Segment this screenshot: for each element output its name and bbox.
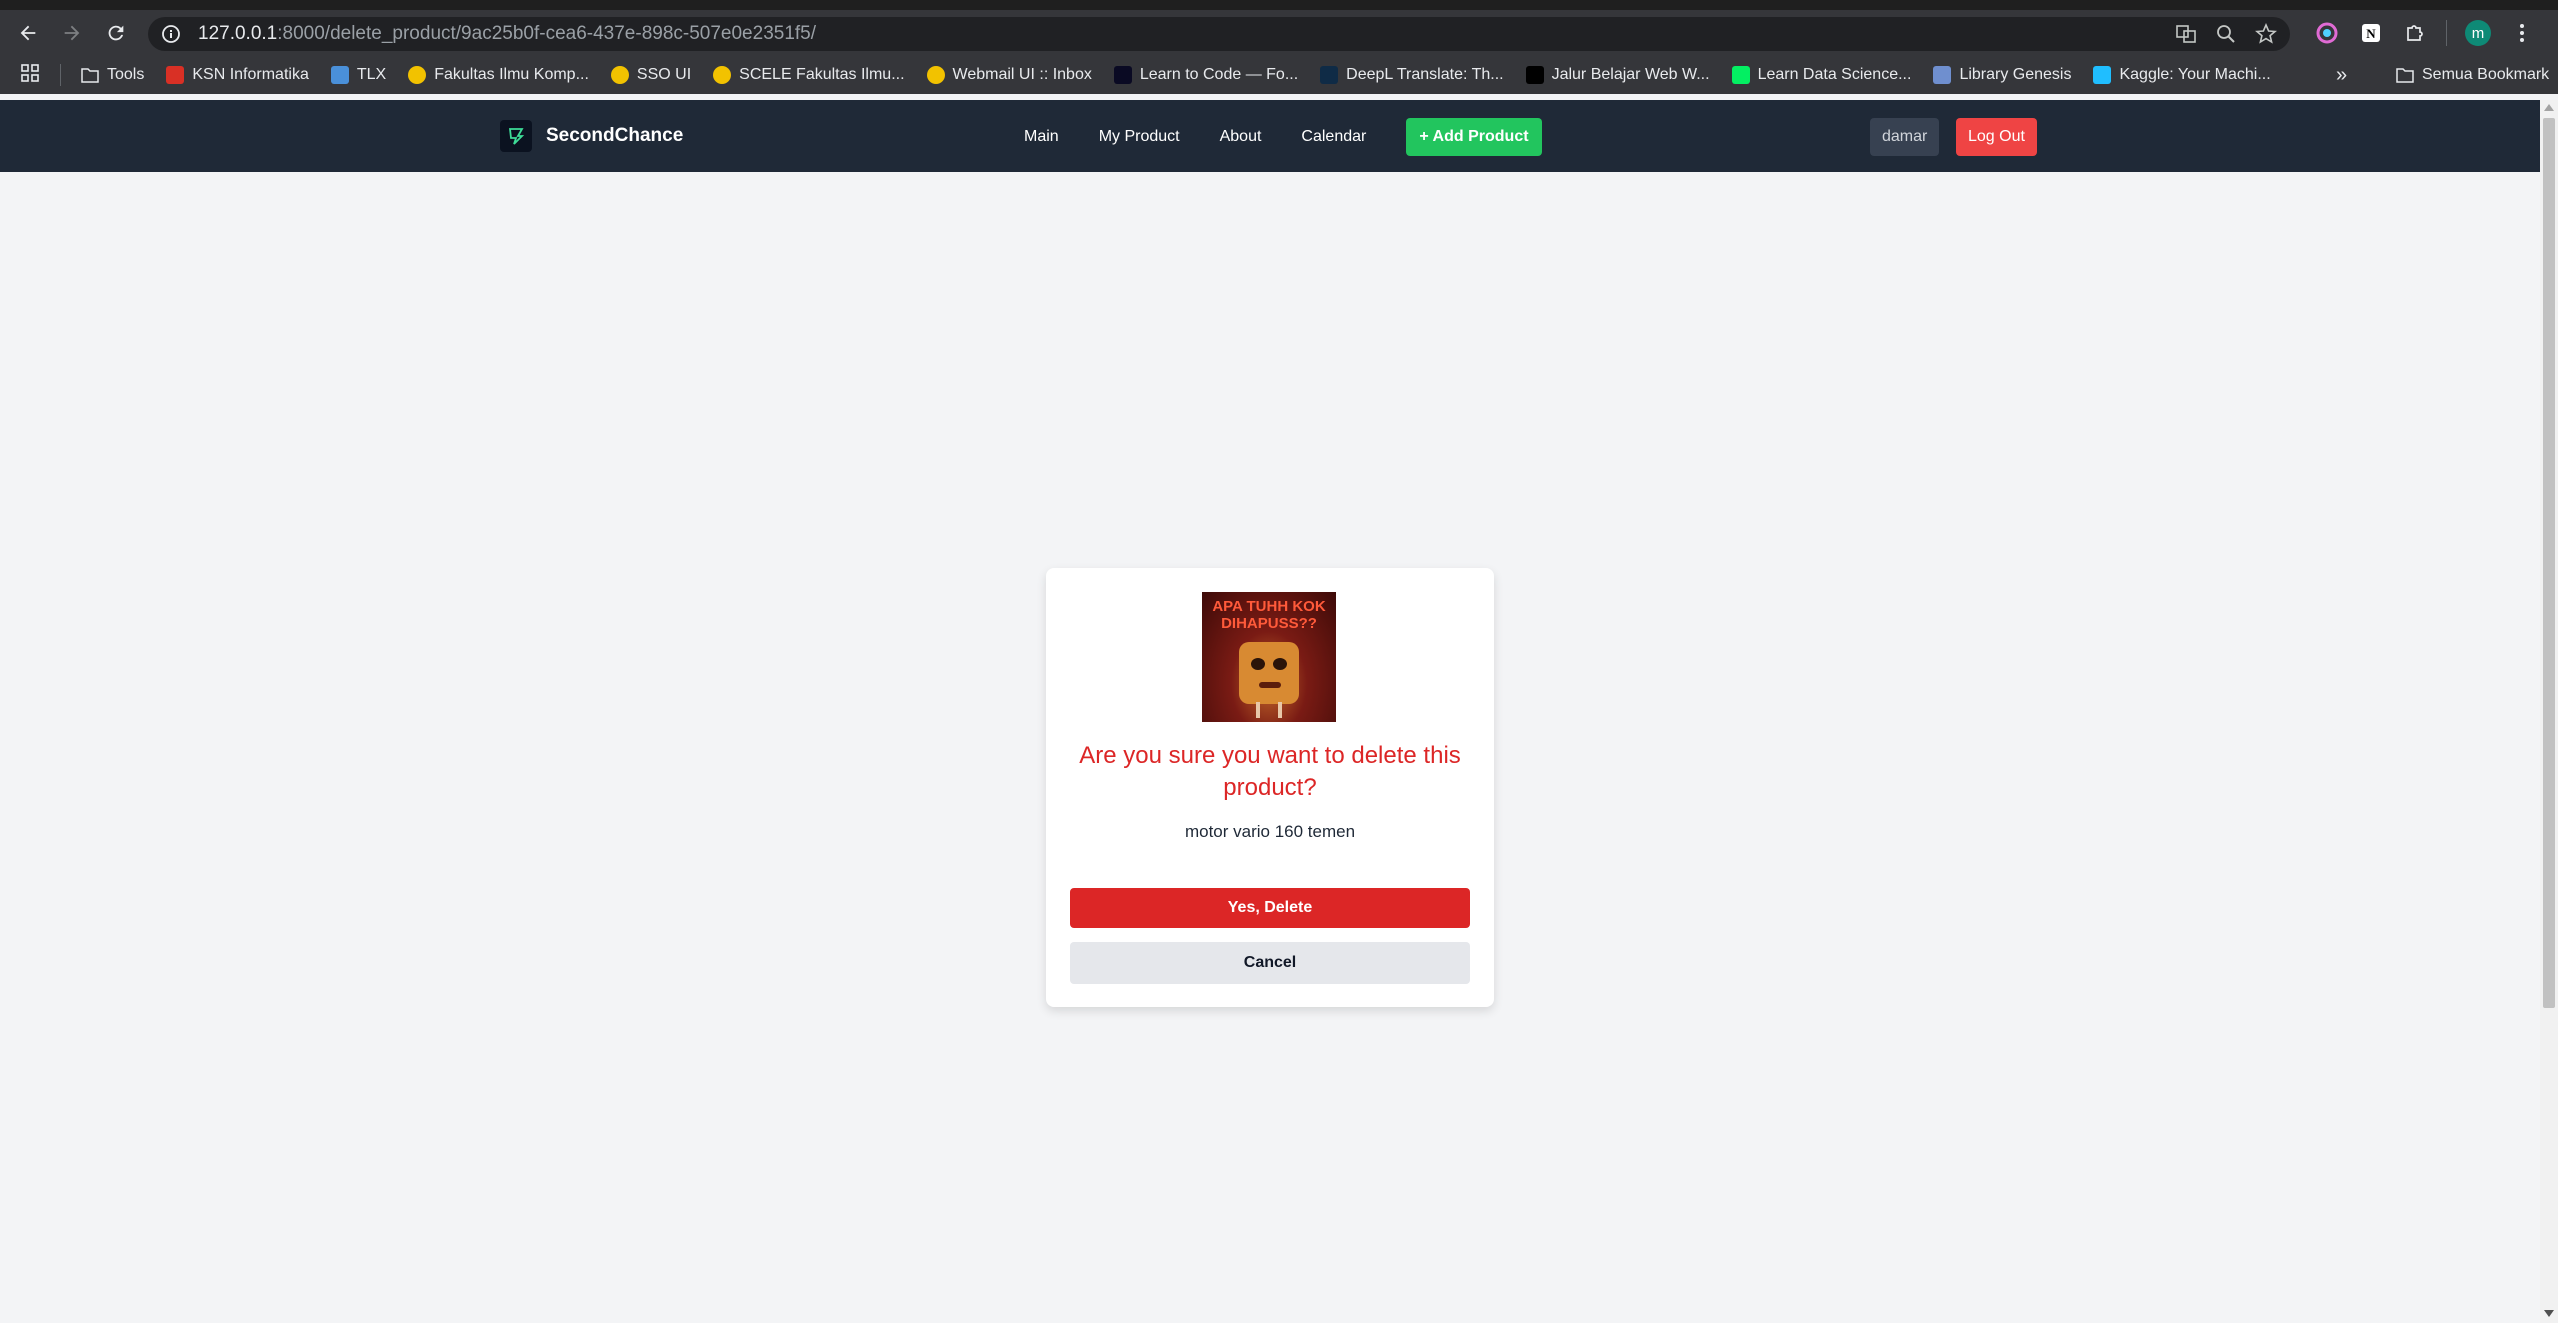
cancel-button[interactable]: Cancel xyxy=(1070,942,1470,984)
bookmark-item[interactable]: Library Genesis xyxy=(1933,66,2071,84)
bookmark-item[interactable]: Webmail UI :: Inbox xyxy=(926,66,1092,84)
forward-icon[interactable] xyxy=(50,11,94,55)
bookmarks-bar: Tools KSN Informatika TLX Fakultas Ilmu Kom… xyxy=(0,56,2558,94)
toolbar-divider xyxy=(2446,20,2447,46)
reload-icon[interactable] xyxy=(94,11,138,55)
back-icon[interactable] xyxy=(6,11,50,55)
bookmark-item[interactable]: Learn to Code — Fo... xyxy=(1113,66,1299,84)
freecodecamp-icon xyxy=(1113,66,1132,84)
bookmark-item[interactable]: SCELE Fakultas Ilmu... xyxy=(713,66,905,84)
main-menu: Main My Product About Calendar + Add Pro… xyxy=(1024,118,1542,156)
jalur-icon xyxy=(1525,66,1544,84)
app-navbar: SecondChance Main My Product About Calen… xyxy=(0,100,2540,172)
nav-calendar[interactable]: Calendar xyxy=(1301,128,1366,146)
ui-icon xyxy=(926,66,945,84)
libgen-icon xyxy=(1933,66,1952,84)
bookmark-item[interactable]: SSO UI xyxy=(610,66,692,84)
url-host: 127.0.0.1 xyxy=(198,23,278,44)
all-bookmarks-label: Semua Bookmark xyxy=(2422,66,2550,83)
bookmark-item[interactable]: Fakultas Ilmu Komp... xyxy=(408,66,589,84)
bookmarks-divider xyxy=(60,64,61,86)
notion-icon[interactable]: N xyxy=(2358,20,2384,46)
page-scrollbar[interactable] xyxy=(2540,100,2558,1323)
colorful-extension-icon[interactable] xyxy=(2314,20,2340,46)
confirm-title: Are you sure you want to delete this pro… xyxy=(1079,742,1461,801)
profile-avatar[interactable]: m xyxy=(2465,20,2491,46)
brand-name: SecondChance xyxy=(546,125,684,146)
add-product-button[interactable]: + Add Product xyxy=(1406,118,1542,156)
scroll-up-arrow-icon[interactable] xyxy=(2544,104,2554,111)
folder-icon xyxy=(2396,68,2414,83)
menu-kebab-icon[interactable] xyxy=(2509,20,2535,46)
brand-mark-icon xyxy=(500,120,532,152)
bookmark-item[interactable]: TLX xyxy=(330,66,387,84)
bookmark-item[interactable]: KSN Informatika xyxy=(166,66,309,84)
bookmark-item[interactable]: Learn Data Science... xyxy=(1731,66,1912,84)
bookmark-label: KSN Informatika xyxy=(192,66,309,83)
bookmark-label: Tools xyxy=(107,66,145,83)
extensions-puzzle-icon[interactable] xyxy=(2402,20,2428,46)
spongebob-figure xyxy=(1239,642,1299,704)
address-bar[interactable]: 127.0.0.1:8000/delete_product/9ac25b0f-c… xyxy=(148,17,2290,51)
zoom-icon[interactable] xyxy=(2214,22,2238,46)
username-badge: damar xyxy=(1870,118,1940,156)
brand-logo[interactable]: SecondChance xyxy=(500,120,683,152)
delete-confirm-card: APA TUHH KOK DIHAPUSS?? Are you sure you… xyxy=(1046,568,1494,1007)
meme-image: APA TUHH KOK DIHAPUSS?? xyxy=(1202,592,1336,722)
bookmark-label: Fakultas Ilmu Komp... xyxy=(434,66,589,83)
bookmark-label: DeepL Translate: Th... xyxy=(1346,66,1504,83)
bookmark-label: SSO UI xyxy=(636,66,692,83)
meme-caption: APA TUHH KOK DIHAPUSS?? xyxy=(1212,598,1326,632)
logout-button[interactable]: Log Out xyxy=(1956,118,2037,156)
url-path: :8000/delete_product/9ac25b0f-cea6-437e-… xyxy=(277,23,817,44)
bookmarks-overflow-icon[interactable]: » xyxy=(2336,64,2347,87)
all-bookmarks-folder[interactable]: Semua Bookmark xyxy=(2396,56,2549,94)
bookmark-label: TLX xyxy=(356,66,387,83)
bookmark-label: SCELE Fakultas Ilmu... xyxy=(739,66,905,83)
translate-icon[interactable] xyxy=(2174,22,2198,46)
svg-text:N: N xyxy=(2366,26,2376,41)
bookmark-label: Library Genesis xyxy=(1959,66,2072,83)
bookmark-item[interactable]: Tools xyxy=(81,66,144,84)
scroll-down-arrow-icon[interactable] xyxy=(2544,1310,2554,1317)
bookmark-item[interactable]: Jalur Belajar Web W... xyxy=(1525,66,1710,84)
bookmark-item[interactable]: DeepL Translate: Th... xyxy=(1320,66,1504,84)
ksn-icon xyxy=(166,66,185,84)
bookmarks-list: Tools KSN Informatika TLX Fakultas Ilmu Kom… xyxy=(81,66,2293,84)
url-text: 127.0.0.1:8000/delete_product/9ac25b0f-c… xyxy=(198,23,816,45)
deepl-icon xyxy=(1320,66,1339,84)
scroll-thumb[interactable] xyxy=(2543,118,2555,1008)
apps-grid-icon[interactable] xyxy=(20,63,40,88)
datacamp-icon xyxy=(1731,66,1750,84)
tab-strip xyxy=(0,0,2558,10)
bookmark-label: Jalur Belajar Web W... xyxy=(1551,66,1710,83)
ui-icon xyxy=(610,66,629,84)
bookmark-label: Webmail UI :: Inbox xyxy=(952,66,1092,83)
site-info-icon[interactable] xyxy=(158,21,184,47)
ui-icon xyxy=(408,66,427,84)
product-name: motor vario 160 temen xyxy=(1184,822,1356,841)
kaggle-icon xyxy=(2093,66,2112,84)
bookmark-label: Learn Data Science... xyxy=(1757,66,1912,83)
folder-icon xyxy=(81,66,99,84)
bookmark-label: Learn to Code — Fo... xyxy=(1139,66,1299,83)
nav-about[interactable]: About xyxy=(1220,128,1262,146)
bookmark-star-icon[interactable] xyxy=(2254,22,2278,46)
confirm-delete-button[interactable]: Yes, Delete xyxy=(1070,888,1470,928)
bookmark-item[interactable]: Kaggle: Your Machi... xyxy=(2093,66,2271,84)
nav-my-product[interactable]: My Product xyxy=(1099,128,1180,146)
bookmark-label: Kaggle: Your Machi... xyxy=(2119,66,2271,83)
tlx-icon xyxy=(330,66,349,84)
ui-icon xyxy=(713,66,732,84)
nav-main[interactable]: Main xyxy=(1024,128,1059,146)
browser-toolbar: 127.0.0.1:8000/delete_product/9ac25b0f-c… xyxy=(0,10,2558,56)
